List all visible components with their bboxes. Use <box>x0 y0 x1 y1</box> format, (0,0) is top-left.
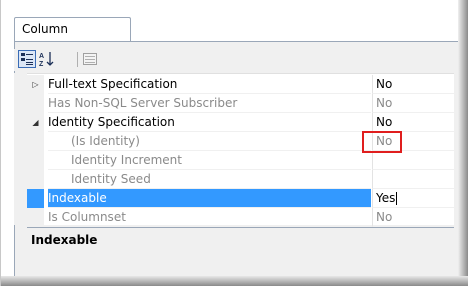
tab-column-properties[interactable]: Column Properties <box>14 17 131 59</box>
row-gutter <box>27 151 44 170</box>
window: Column Properties A Z <box>0 0 468 286</box>
property-row-identity-seed[interactable]: Identity Seed <box>27 170 454 189</box>
grid-left-margin <box>14 73 27 225</box>
row-gutter <box>27 94 44 113</box>
property-value: Yes <box>376 191 396 205</box>
property-value[interactable]: No <box>372 208 454 227</box>
property-name: (Is Identity) <box>48 132 371 151</box>
property-row-identity-increment[interactable]: Identity Increment <box>27 151 454 170</box>
property-name: Full-text Specification <box>48 75 371 94</box>
svg-text:A: A <box>39 53 44 60</box>
description-pane: Indexable <box>27 227 454 275</box>
property-name: Identity Specification <box>48 113 371 132</box>
svg-text:Z: Z <box>39 61 44 67</box>
text-caret <box>396 192 398 205</box>
frame-shadow-bottom <box>1 276 468 286</box>
property-pages-icon[interactable] <box>81 50 99 68</box>
categorized-icon[interactable] <box>18 50 36 68</box>
property-value[interactable] <box>372 151 454 170</box>
property-value[interactable]: No <box>372 113 454 132</box>
property-value[interactable]: No <box>372 75 454 94</box>
collapse-icon[interactable]: ◢ <box>27 113 44 132</box>
property-name: Indexable <box>48 189 371 208</box>
frame-shadow-right <box>458 0 468 286</box>
property-row-identity-specification[interactable]: ◢ Identity Specification No <box>27 113 454 132</box>
row-gutter <box>27 170 44 189</box>
highlight-annotation <box>362 131 402 153</box>
row-gutter <box>27 208 44 227</box>
property-name: Identity Seed <box>48 170 371 189</box>
property-row-is-columnset[interactable]: Is Columnset No <box>27 208 454 227</box>
property-name: Has Non-SQL Server Subscriber <box>48 94 371 113</box>
property-value[interactable]: No <box>372 94 454 113</box>
property-row-has-non-sql-server-subscriber[interactable]: Has Non-SQL Server Subscriber No <box>27 94 454 113</box>
property-name: Identity Increment <box>48 151 371 170</box>
sort-az-icon[interactable]: A Z <box>38 50 56 68</box>
row-gutter <box>27 132 44 151</box>
toolbar: A Z <box>14 49 454 71</box>
toolbar-separator <box>77 52 78 67</box>
property-name: Is Columnset <box>48 208 371 227</box>
row-gutter <box>27 189 44 208</box>
expand-icon[interactable]: ▷ <box>27 75 44 94</box>
property-value[interactable] <box>372 170 454 189</box>
property-row-full-text-specification[interactable]: ▷ Full-text Specification No <box>27 75 454 94</box>
property-value-editor[interactable]: Yes <box>372 189 454 208</box>
property-row-indexable[interactable]: Indexable Yes <box>27 189 454 208</box>
description-title: Indexable <box>31 233 98 247</box>
